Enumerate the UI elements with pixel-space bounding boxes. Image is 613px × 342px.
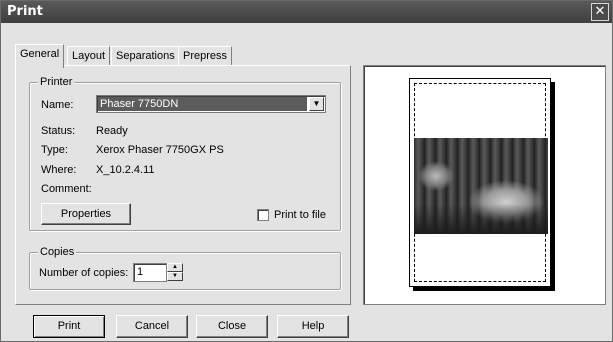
copies-spinner[interactable]: ▲ ▼ [167,263,183,282]
tab-label: General [20,48,60,60]
close-button[interactable]: Close [196,315,268,338]
print-button[interactable]: Print [33,315,105,338]
print-dialog: Print ✕ General Layout Separations Prepr… [0,0,613,342]
print-preview [363,65,606,305]
copies-group-label: Copies [38,246,77,258]
title-bar[interactable]: Print ✕ [1,1,612,23]
print-button-label: Print [57,320,81,332]
print-to-file-checkbox[interactable] [257,209,269,221]
tab-label: Layout [72,50,106,62]
printer-name-value: Phaser 7750DN [98,97,307,111]
number-of-copies-input[interactable]: 1 [133,263,167,282]
tab-label: Prepress [183,50,228,62]
status-value: Ready [96,125,128,137]
where-value: X_10.2.4.11 [96,164,155,176]
printer-group-label: Printer [38,76,75,88]
window-title: Print [7,4,43,19]
type-label: Type: [41,144,68,156]
close-icon[interactable]: ✕ [591,3,609,21]
number-of-copies-label: Number of copies: [39,267,129,279]
tab-layout[interactable]: Layout [67,46,111,66]
type-value: Xerox Phaser 7750GX PS [96,144,224,156]
help-button[interactable]: Help [277,315,349,338]
help-button-label: Help [301,320,325,332]
tab-general[interactable]: General [15,44,65,68]
chevron-down-icon[interactable]: ▼ [309,97,324,111]
cat-photo-thumbnail [414,138,548,234]
properties-button[interactable]: Properties [41,203,131,225]
tab-separations[interactable]: Separations [111,46,180,66]
tab-prepress[interactable]: Prepress [178,46,233,66]
where-label: Where: [41,164,77,176]
tab-label: Separations [116,50,175,62]
close-button-label: Close [217,320,247,332]
properties-button-label: Properties [60,208,112,220]
name-label: Name: [41,99,74,111]
cancel-button[interactable]: Cancel [116,315,188,338]
preview-page [409,78,551,287]
cancel-button-label: Cancel [134,320,170,332]
status-label: Status: [41,125,76,137]
printer-name-select[interactable]: Phaser 7750DN ▼ [96,95,326,113]
spin-down-icon[interactable]: ▼ [167,272,183,281]
comment-label: Comment: [41,183,92,195]
print-to-file-label[interactable]: Print to file [274,209,326,221]
spin-up-icon[interactable]: ▲ [167,263,183,272]
